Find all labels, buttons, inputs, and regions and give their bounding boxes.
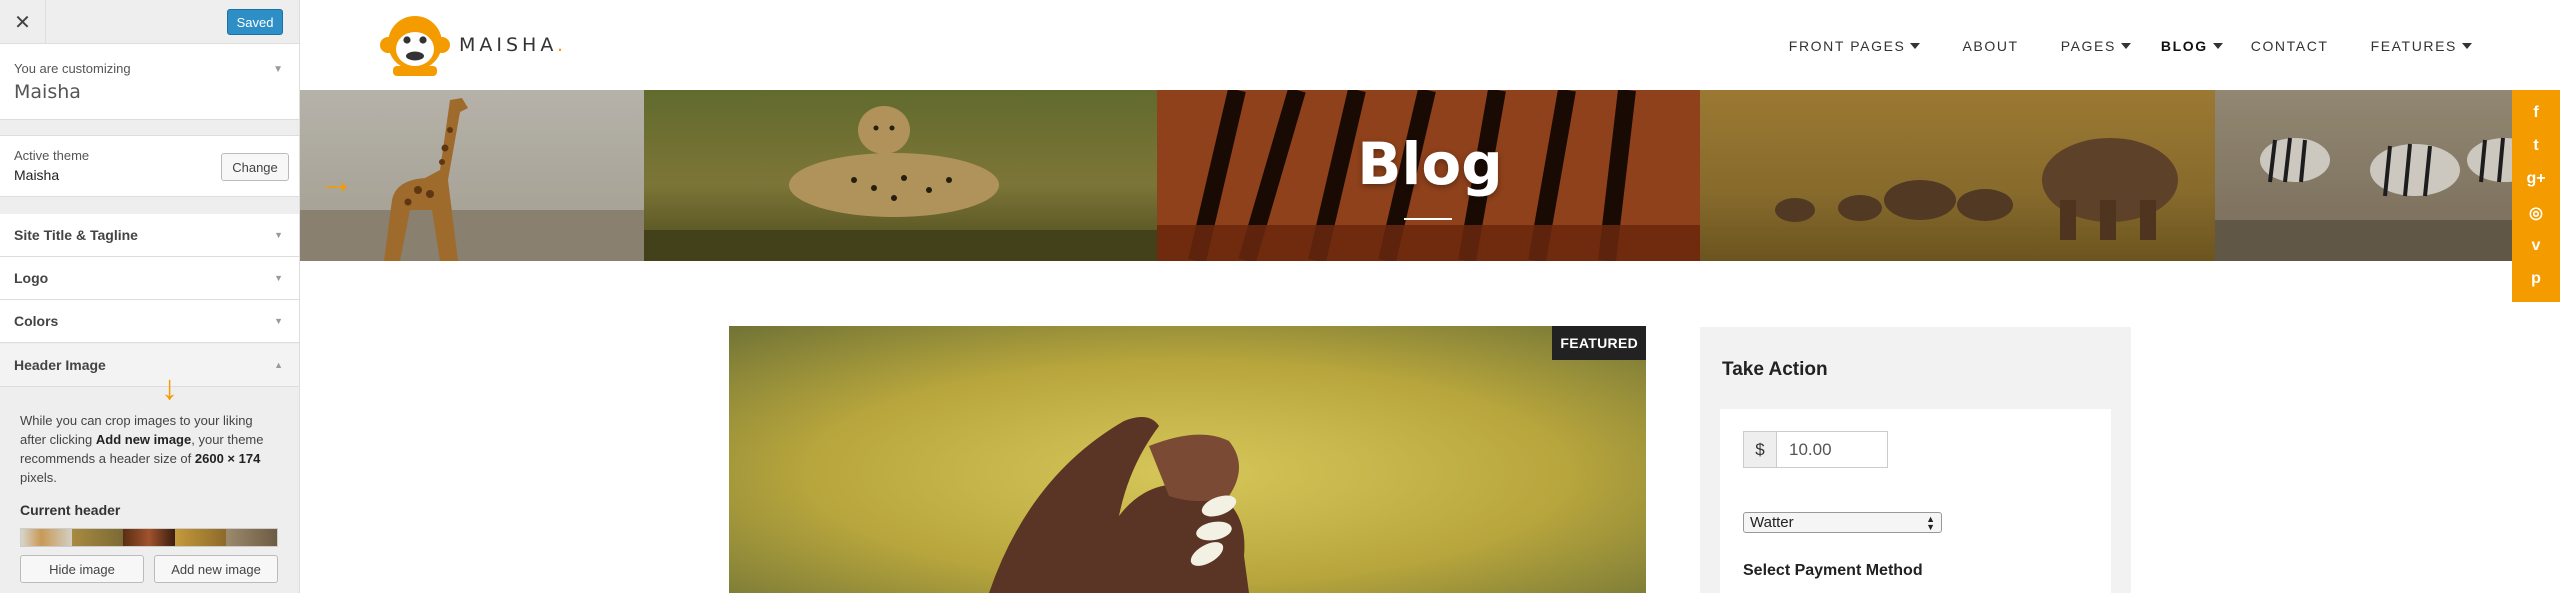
main-nav: FRONT PAGES ABOUT PAGES BLOG CONTACT FEA… (1747, 38, 2472, 54)
chevron-down-icon: ▼ (274, 316, 283, 326)
currency-symbol: $ (1743, 431, 1777, 468)
section-label: Header Image (14, 357, 106, 373)
section-label: Logo (14, 270, 49, 286)
nav-blog[interactable]: BLOG (2161, 38, 2223, 54)
widget-title: Take Action (1722, 359, 1828, 380)
facebook-icon[interactable]: f (2526, 103, 2546, 123)
twitter-icon[interactable]: t (2526, 136, 2546, 156)
amount-input[interactable]: 10.00 (1776, 431, 1888, 468)
site-header: MAISHA. FRONT PAGES ABOUT PAGES BLOG CON… (300, 0, 2560, 90)
section-colors[interactable]: Colors ▼ (0, 300, 299, 343)
nav-front-pages[interactable]: FRONT PAGES (1789, 38, 1921, 54)
select-arrows-icon: ▲ ▼ (1926, 513, 1935, 532)
payment-method-label: Select Payment Method (1743, 562, 1923, 579)
social-sidebar: f t g+ ◎ v p (2512, 90, 2560, 302)
google-plus-icon[interactable]: g+ (2526, 169, 2546, 189)
customizer-header: ✕ Saved (0, 0, 299, 44)
nav-features[interactable]: FEATURES (2371, 38, 2472, 54)
caret-down-icon (2120, 43, 2131, 49)
chevron-down-icon[interactable]: ▼ (273, 64, 283, 75)
chevron-down-icon: ▼ (274, 230, 283, 240)
section-label: Site Title & Tagline (14, 227, 138, 243)
take-action-widget: Take Action $ 10.00 Watter ▲ ▼ Select Pay… (1700, 327, 2131, 593)
caret-down-icon (2212, 43, 2223, 49)
down-arrow-icon: ↓ (161, 369, 178, 407)
current-header-thumbnail (20, 528, 278, 547)
section-site-title-tagline[interactable]: Site Title & Tagline ▼ (0, 214, 299, 257)
pinterest-icon[interactable]: p (2526, 269, 2546, 289)
site-name: Maisha (14, 81, 81, 103)
hide-image-button[interactable]: Hide image (20, 555, 144, 583)
vimeo-icon[interactable]: v (2526, 236, 2546, 256)
caret-down-icon (2462, 43, 2472, 49)
donation-form: $ 10.00 Watter ▲ ▼ Select Payment Method (1720, 409, 2111, 593)
page-title: Blog (1357, 130, 1503, 198)
monkey-logo-icon (380, 16, 450, 76)
section-label: Colors (14, 313, 59, 329)
change-theme-button[interactable]: Change (221, 153, 289, 181)
cause-select-value: Watter (1750, 514, 1794, 531)
site-preview: MAISHA. FRONT PAGES ABOUT PAGES BLOG CON… (300, 0, 2560, 593)
customizing-info[interactable]: You are customizing Maisha ▼ (0, 44, 299, 120)
customizer-panel: ✕ Saved You are customizing Maisha ▼ Act… (0, 0, 300, 593)
logo-text: MAISHA. (459, 34, 568, 56)
instagram-icon[interactable]: ◎ (2526, 203, 2546, 223)
customizing-label: You are customizing (14, 61, 131, 76)
close-icon[interactable]: ✕ (0, 0, 46, 44)
cause-select[interactable]: Watter ▲ ▼ (1743, 512, 1942, 533)
header-image-description: While you can crop images to your liking… (20, 413, 264, 485)
nav-contact[interactable]: CONTACT (2251, 38, 2329, 54)
add-new-image-button[interactable]: Add new image (154, 555, 278, 583)
current-header-label: Current header (20, 502, 121, 518)
section-header-image[interactable]: Header Image ▲ (0, 344, 299, 387)
nav-about[interactable]: ABOUT (1962, 38, 2018, 54)
featured-badge: FEATURED (1552, 326, 1646, 360)
header-banner: Blog → (300, 90, 2560, 261)
right-arrow-icon: → (318, 160, 354, 201)
caret-down-icon (1910, 43, 1921, 49)
nav-pages[interactable]: PAGES (2061, 38, 2131, 54)
header-image-panel: ↓ While you can crop images to your liki… (0, 371, 299, 593)
chevron-down-icon: ▼ (274, 273, 283, 283)
active-theme-box: Active theme Maisha Change (0, 135, 299, 197)
chevron-up-icon: ▲ (274, 360, 283, 370)
featured-post-image[interactable]: FEATURED (729, 326, 1646, 593)
section-logo[interactable]: Logo ▼ (0, 257, 299, 300)
title-underline (1404, 218, 1452, 220)
site-logo[interactable]: MAISHA. (379, 12, 567, 78)
saved-button[interactable]: Saved (227, 9, 283, 35)
